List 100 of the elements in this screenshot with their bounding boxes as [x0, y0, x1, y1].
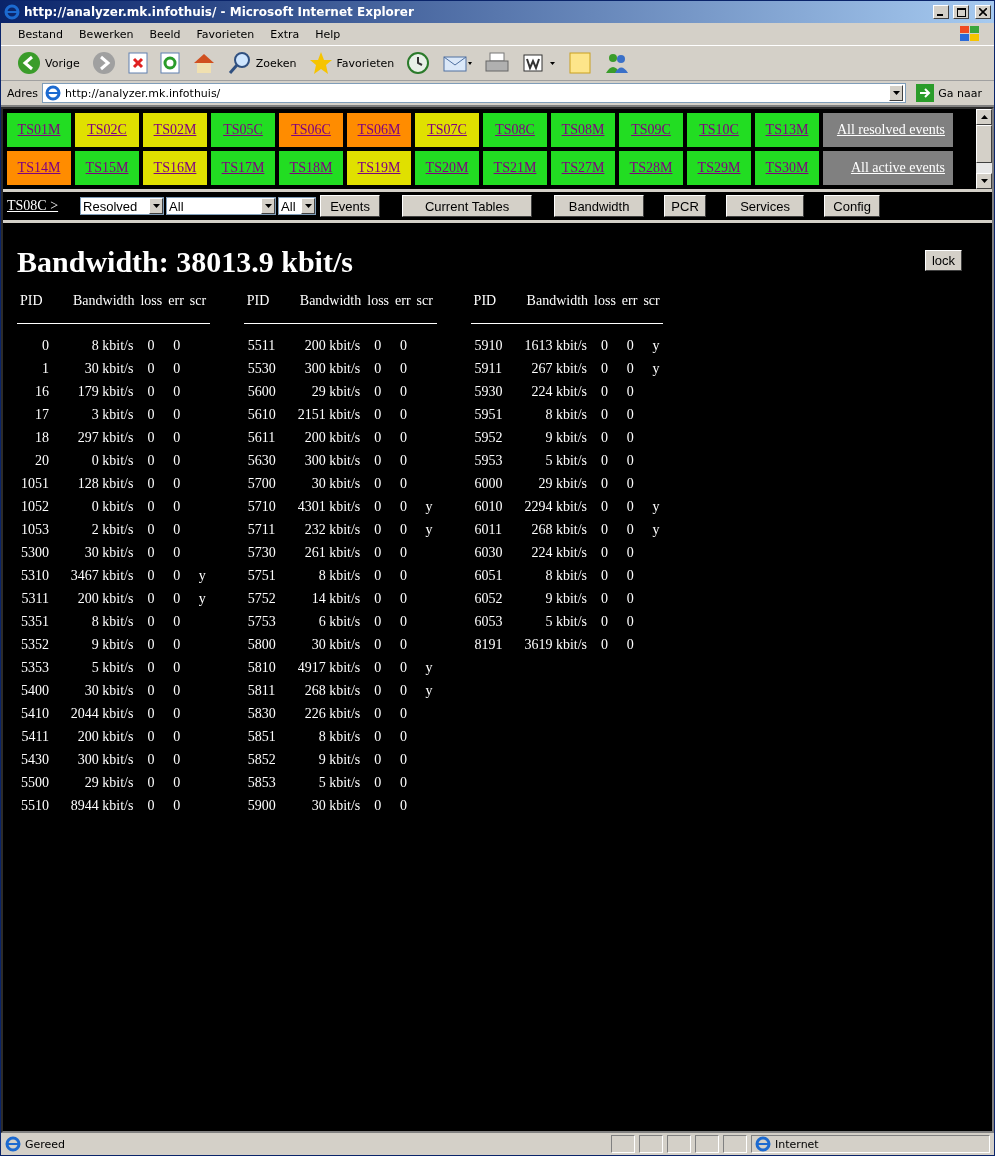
column-header: err: [392, 293, 414, 324]
stream-link[interactable]: TS21M: [483, 151, 547, 185]
lock-button[interactable]: lock: [924, 250, 962, 271]
scrollbar[interactable]: [976, 109, 992, 189]
stream-link[interactable]: TS08C: [483, 113, 547, 147]
table-cell-text: 0: [399, 405, 409, 424]
menu-item[interactable]: Help: [308, 25, 348, 43]
go-button[interactable]: Ga naar: [910, 83, 988, 103]
table-cell-text: 5830: [246, 704, 277, 723]
table-cell-text: 5351: [20, 612, 50, 631]
stream-link[interactable]: TS18M: [279, 151, 343, 185]
table-cell-text: 4301 kbit/s: [296, 497, 362, 516]
address-field[interactable]: http://analyzer.mk.infothuis/: [42, 83, 907, 103]
stream-link[interactable]: TS28M: [619, 151, 683, 185]
nav-button[interactable]: Events: [320, 195, 381, 217]
table-cell-text: 0: [373, 727, 383, 746]
stream-link[interactable]: TS07C: [415, 113, 479, 147]
table-cell-text: 6051: [473, 566, 504, 585]
stream-link[interactable]: TS06C: [279, 113, 343, 147]
stream-link[interactable]: TS16M: [143, 151, 207, 185]
table-cell-text: 0: [172, 359, 182, 378]
toolbar-button[interactable]: Zoeken: [225, 49, 299, 77]
table-cell-text: 30 kbit/s: [310, 635, 362, 654]
table-cell-text: 0: [373, 681, 383, 700]
table-cell-text: 0: [373, 451, 383, 470]
table-cell-text: 5500: [20, 773, 50, 792]
menu-item[interactable]: Favorieten: [189, 25, 262, 43]
table-cell-text: 0: [146, 405, 156, 424]
scroll-down-icon: [980, 179, 988, 183]
nav-button[interactable]: Bandwidth: [554, 195, 645, 217]
table-cell-text: 5911: [473, 359, 504, 378]
maximize-button[interactable]: [953, 5, 969, 19]
table-cell-text: 8 kbit/s: [317, 727, 362, 746]
stream-link[interactable]: TS15M: [75, 151, 139, 185]
menu-item[interactable]: Extra: [263, 25, 307, 43]
table-cell-text: 5910: [473, 336, 504, 355]
stream-link[interactable]: TS29M: [687, 151, 751, 185]
stream-link[interactable]: TS27M: [551, 151, 615, 185]
stream-link[interactable]: TS13M: [755, 113, 819, 147]
stream-link[interactable]: TS01M: [7, 113, 71, 147]
stream-link[interactable]: TS17M: [211, 151, 275, 185]
table-cell-text: 0: [373, 405, 383, 424]
table-cell-text: 0: [172, 566, 182, 585]
dropdown-arrow-icon: [304, 204, 312, 208]
table-cell-text: 5811: [246, 681, 277, 700]
column-header: err: [165, 293, 187, 324]
table-cell-text: 0: [625, 451, 635, 470]
menu-item[interactable]: Bestand: [11, 25, 71, 43]
stream-link[interactable]: TS10C: [687, 113, 751, 147]
events-link[interactable]: All resolved events: [823, 113, 953, 147]
table-cell-text: 6010: [473, 497, 504, 516]
minimize-button[interactable]: [933, 5, 949, 19]
menu-item[interactable]: Bewerken: [72, 25, 141, 43]
table-cell-text: 0: [146, 773, 156, 792]
table-cell-text: 5600: [246, 382, 277, 401]
stream-link[interactable]: TS14M: [7, 151, 71, 185]
toolbar-button[interactable]: Favorieten: [306, 49, 397, 77]
table-cell-text: 0: [399, 773, 409, 792]
table-cell-text: 297 kbit/s: [76, 428, 135, 447]
stream-link[interactable]: TS05C: [211, 113, 275, 147]
table-cell-text: 0: [625, 474, 635, 493]
table-cell-text: 0: [146, 428, 156, 447]
stream-link[interactable]: TS02M: [143, 113, 207, 147]
stream-link[interactable]: TS09C: [619, 113, 683, 147]
table-cell-text: 0: [172, 750, 182, 769]
stream-link[interactable]: TS08C >: [7, 198, 59, 214]
table-cell-text: 0: [172, 543, 182, 562]
table-cell-text: 0: [399, 428, 409, 447]
filter-select[interactable]: Resolved: [80, 197, 165, 215]
table-cell-text: 0: [600, 497, 610, 516]
nav-button[interactable]: Current Tables: [402, 195, 533, 217]
events-link[interactable]: All active events: [823, 151, 953, 185]
stream-link[interactable]: TS06M: [347, 113, 411, 147]
nav-button[interactable]: Config: [824, 195, 881, 217]
table-cell-text: 6030: [473, 543, 504, 562]
table-cell-text: y: [197, 566, 207, 585]
stream-link[interactable]: TS19M: [347, 151, 411, 185]
table-cell-text: 5610: [246, 405, 277, 424]
filter-select[interactable]: All: [278, 197, 317, 215]
table-cell-text: 2 kbit/s: [90, 520, 135, 539]
filter-select[interactable]: All: [166, 197, 277, 215]
table-cell-text: 0: [600, 474, 610, 493]
nav-button[interactable]: PCR: [664, 195, 707, 217]
table-cell-text: 0: [146, 750, 156, 769]
table-cell-text: 9 kbit/s: [544, 428, 589, 447]
stream-link[interactable]: TS30M: [755, 151, 819, 185]
table-cell-text: 0: [600, 589, 610, 608]
table-cell-text: 300 kbit/s: [303, 451, 362, 470]
close-button[interactable]: [975, 5, 991, 19]
stream-link[interactable]: TS08M: [551, 113, 615, 147]
table-cell-text: 0: [600, 336, 610, 355]
nav-button[interactable]: Services: [726, 195, 805, 217]
status-pane: [695, 1135, 719, 1153]
column-header: scr: [413, 293, 437, 324]
menu-item[interactable]: Beeld: [142, 25, 188, 43]
stream-link[interactable]: TS02C: [75, 113, 139, 147]
toolbar-button[interactable]: Vorige: [15, 49, 82, 77]
table-cell-text: 0: [625, 497, 635, 516]
table-cell-text: 0: [172, 635, 182, 654]
stream-link[interactable]: TS20M: [415, 151, 479, 185]
